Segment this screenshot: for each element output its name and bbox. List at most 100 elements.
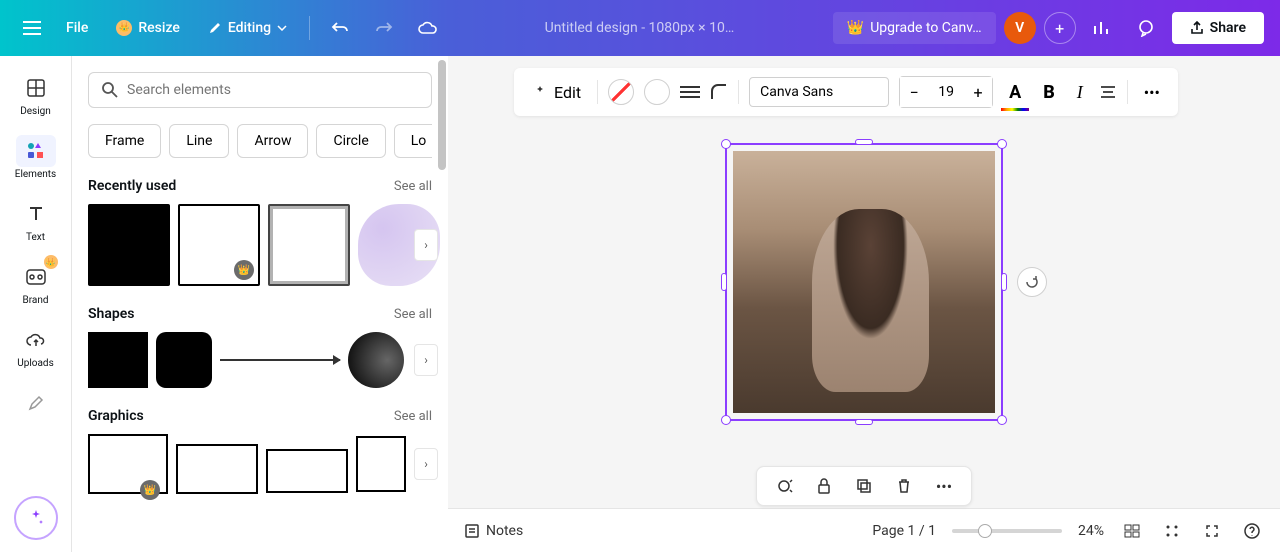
rail-uploads[interactable]: Uploads (4, 316, 68, 377)
rail-label: Design (20, 106, 51, 117)
animate-icon[interactable] (773, 475, 795, 497)
undo-button[interactable] (322, 10, 358, 46)
elements-icon (16, 135, 56, 167)
element-thumb[interactable] (88, 204, 170, 286)
zoom-value: 24% (1078, 523, 1104, 539)
magic-button[interactable] (14, 496, 58, 540)
search-field[interactable] (88, 72, 432, 108)
search-icon (101, 81, 119, 99)
resize-handle[interactable] (855, 139, 873, 145)
section-shapes: Shapes See all › (88, 306, 432, 388)
element-thumb[interactable] (268, 204, 350, 286)
grid-view-icon[interactable] (1160, 519, 1184, 543)
rail-draw[interactable] (4, 379, 68, 427)
canvas[interactable] (448, 56, 1280, 508)
upgrade-button[interactable]: 👑 Upgrade to Canv… (833, 12, 996, 44)
page-indicator: Page 1 / 1 (872, 523, 936, 539)
lock-icon[interactable] (813, 475, 835, 497)
chip-more[interactable]: Lo (394, 124, 432, 158)
chip-circle[interactable]: Circle (316, 124, 385, 158)
section-title: Graphics (88, 408, 144, 424)
resize-handle[interactable] (1001, 273, 1007, 291)
rail-label: Brand (22, 295, 48, 306)
chip-arrow[interactable]: Arrow (237, 124, 308, 158)
duplicate-icon[interactable] (853, 475, 875, 497)
resize-handle[interactable] (997, 415, 1007, 425)
resize-handle[interactable] (997, 139, 1007, 149)
comment-icon[interactable] (1128, 10, 1164, 46)
crown-icon: 👑 (44, 255, 58, 269)
graphic-thumb[interactable] (356, 436, 406, 492)
slider-knob[interactable] (978, 524, 992, 538)
chip-line[interactable]: Line (169, 124, 229, 158)
scroll-right-button[interactable]: › (414, 448, 438, 480)
section-recently-used: Recently used See all 👑 › (88, 178, 432, 286)
rail-design[interactable]: Design (4, 64, 68, 125)
uploads-icon (16, 324, 56, 356)
rail-text[interactable]: Text (4, 190, 68, 251)
cloud-sync-icon[interactable] (410, 10, 446, 46)
shape-circle[interactable] (348, 332, 404, 388)
panel-scrollbar[interactable] (438, 56, 448, 552)
help-icon[interactable] (1240, 519, 1264, 543)
element-thumb[interactable]: 👑 (178, 204, 260, 286)
crown-icon: 👑 (847, 20, 864, 36)
resize-handle[interactable] (721, 273, 727, 291)
resize-handle[interactable] (721, 415, 731, 425)
chip-frame[interactable]: Frame (88, 124, 161, 158)
canvas-area: Edit Canva Sans − 19 + A B I ••• (448, 56, 1280, 552)
top-bar: File 👑 Resize Editing Untitled design - … (0, 0, 1280, 56)
shape-arrow-line[interactable] (220, 359, 340, 361)
design-icon (16, 72, 56, 104)
filter-chips: Frame Line Arrow Circle Lo (88, 124, 432, 158)
see-all-link[interactable]: See all (394, 307, 432, 322)
divider (309, 16, 310, 40)
section-title: Shapes (88, 306, 134, 322)
main-area: Design Elements Text 👑 Brand Uploads (0, 56, 1280, 552)
resize-label: Resize (138, 20, 180, 36)
redo-button[interactable] (366, 10, 402, 46)
graphic-thumb[interactable]: 👑 (88, 434, 168, 494)
premium-badge-icon: 👑 (140, 480, 160, 500)
share-label: Share (1210, 20, 1246, 36)
rail-elements[interactable]: Elements (4, 127, 68, 188)
resize-handle[interactable] (721, 139, 731, 149)
user-avatar[interactable]: V (1004, 12, 1036, 44)
pages-view-icon[interactable] (1120, 519, 1144, 543)
rail-brand[interactable]: 👑 Brand (4, 253, 68, 314)
notes-button[interactable]: Notes (464, 523, 523, 539)
file-menu[interactable]: File (56, 14, 98, 42)
notes-icon (464, 523, 480, 539)
analytics-icon[interactable] (1084, 10, 1120, 46)
rail-label: Uploads (17, 358, 53, 369)
graphic-thumb[interactable] (176, 444, 258, 494)
premium-badge-icon: 👑 (234, 260, 254, 280)
see-all-link[interactable]: See all (394, 179, 432, 194)
scroll-right-button[interactable]: › (414, 229, 438, 261)
rotate-handle[interactable] (1017, 267, 1047, 297)
document-title[interactable]: Untitled design - 1080px × 10… (454, 20, 825, 36)
elements-panel: Frame Line Arrow Circle Lo Recently used… (72, 56, 448, 552)
shape-rounded-square[interactable] (156, 332, 212, 388)
rail-label: Text (26, 232, 45, 243)
shape-square[interactable] (88, 332, 148, 388)
graphic-thumb[interactable] (266, 449, 348, 493)
share-button[interactable]: Share (1172, 12, 1264, 44)
editing-dropdown[interactable]: Editing (198, 14, 297, 42)
search-input[interactable] (127, 82, 419, 98)
see-all-link[interactable]: See all (394, 409, 432, 424)
rail-label: Elements (15, 169, 56, 180)
scroll-right-button[interactable]: › (414, 344, 438, 376)
hamburger-icon[interactable] (16, 12, 48, 44)
section-graphics: Graphics See all 👑 › (88, 408, 432, 494)
pencil-icon (208, 21, 222, 35)
editing-label: Editing (228, 20, 271, 36)
zoom-slider[interactable] (952, 529, 1062, 533)
fullscreen-icon[interactable] (1200, 519, 1224, 543)
add-member-button[interactable]: + (1044, 12, 1076, 44)
delete-icon[interactable] (893, 475, 915, 497)
resize-button[interactable]: 👑 Resize (106, 14, 190, 42)
more-icon[interactable]: ••• (933, 475, 955, 497)
resize-handle[interactable] (855, 419, 873, 425)
selected-element[interactable] (725, 143, 1003, 421)
